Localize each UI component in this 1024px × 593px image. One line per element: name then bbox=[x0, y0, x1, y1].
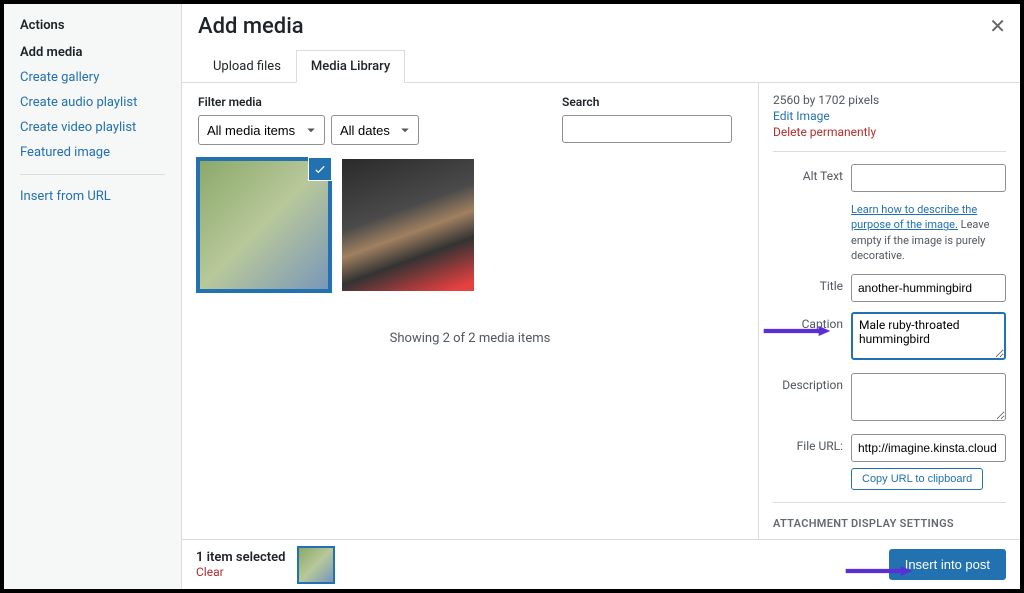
title-label: Title bbox=[773, 274, 843, 293]
title-input[interactable] bbox=[851, 274, 1006, 302]
description-input[interactable] bbox=[851, 373, 1006, 421]
tab-media-library[interactable]: Media Library bbox=[296, 50, 405, 83]
annotation-arrow-icon bbox=[758, 325, 836, 335]
alt-text-label: Alt Text bbox=[773, 164, 843, 183]
selected-check-icon[interactable] bbox=[308, 157, 332, 181]
sidebar-link-create-video-playlist[interactable]: Create video playlist bbox=[20, 120, 165, 135]
modal-title: Add media bbox=[198, 14, 1004, 39]
filter-type-select[interactable]: All media items bbox=[198, 115, 325, 145]
search-label: Search bbox=[562, 95, 732, 109]
sidebar-divider bbox=[20, 174, 165, 175]
description-label: Description bbox=[773, 373, 843, 392]
copy-url-button[interactable]: Copy URL to clipboard bbox=[851, 468, 983, 490]
caption-input[interactable]: Male ruby-throated hummingbird bbox=[851, 312, 1006, 360]
alt-text-input[interactable] bbox=[851, 164, 1006, 192]
main-panel: Add media ✕ Upload files Media Library F… bbox=[182, 4, 1020, 539]
sidebar-link-create-gallery[interactable]: Create gallery bbox=[20, 70, 165, 85]
showing-count-text: Showing 2 of 2 media items bbox=[198, 331, 742, 346]
search-input[interactable] bbox=[562, 115, 732, 143]
bottom-toolbar: 1 item selected Clear Insert into post bbox=[182, 539, 1020, 589]
clear-selection-link[interactable]: Clear bbox=[196, 565, 285, 579]
sidebar-heading: Actions bbox=[20, 18, 165, 33]
annotation-arrow-icon bbox=[843, 565, 915, 575]
tabs-bar: Upload files Media Library bbox=[182, 49, 1020, 83]
media-thumbnail-1[interactable] bbox=[198, 159, 330, 291]
tab-upload-files[interactable]: Upload files bbox=[198, 50, 296, 83]
file-url-input[interactable] bbox=[851, 434, 1006, 462]
selection-count: 1 item selected bbox=[196, 550, 285, 565]
file-url-label: File URL: bbox=[773, 434, 843, 453]
attachment-details-panel: 2560 by 1702 pixels Edit Image Delete pe… bbox=[758, 83, 1020, 539]
attachment-display-heading: ATTACHMENT DISPLAY SETTINGS bbox=[773, 517, 1006, 530]
sidebar-link-create-audio-playlist[interactable]: Create audio playlist bbox=[20, 95, 165, 110]
alt-text-help: Learn how to describe the purpose of the… bbox=[851, 202, 1006, 264]
attachment-dimensions: 2560 by 1702 pixels bbox=[773, 93, 1006, 107]
delete-permanently-link[interactable]: Delete permanently bbox=[773, 125, 876, 139]
actions-sidebar: Actions Add media Create gallery Create … bbox=[4, 4, 182, 589]
selected-thumb-mini[interactable] bbox=[297, 546, 335, 584]
filter-media-label: Filter media bbox=[198, 95, 419, 109]
media-thumbnail-2[interactable] bbox=[342, 159, 474, 291]
sidebar-section-add-media[interactable]: Add media bbox=[20, 45, 165, 60]
filter-date-select[interactable]: All dates bbox=[331, 115, 419, 145]
close-icon[interactable]: ✕ bbox=[989, 14, 1006, 38]
edit-image-link[interactable]: Edit Image bbox=[773, 109, 1006, 123]
sidebar-link-featured-image[interactable]: Featured image bbox=[20, 145, 165, 160]
sidebar-link-insert-from-url[interactable]: Insert from URL bbox=[20, 189, 165, 204]
media-browser: Filter media All media items All dates S… bbox=[182, 83, 758, 539]
